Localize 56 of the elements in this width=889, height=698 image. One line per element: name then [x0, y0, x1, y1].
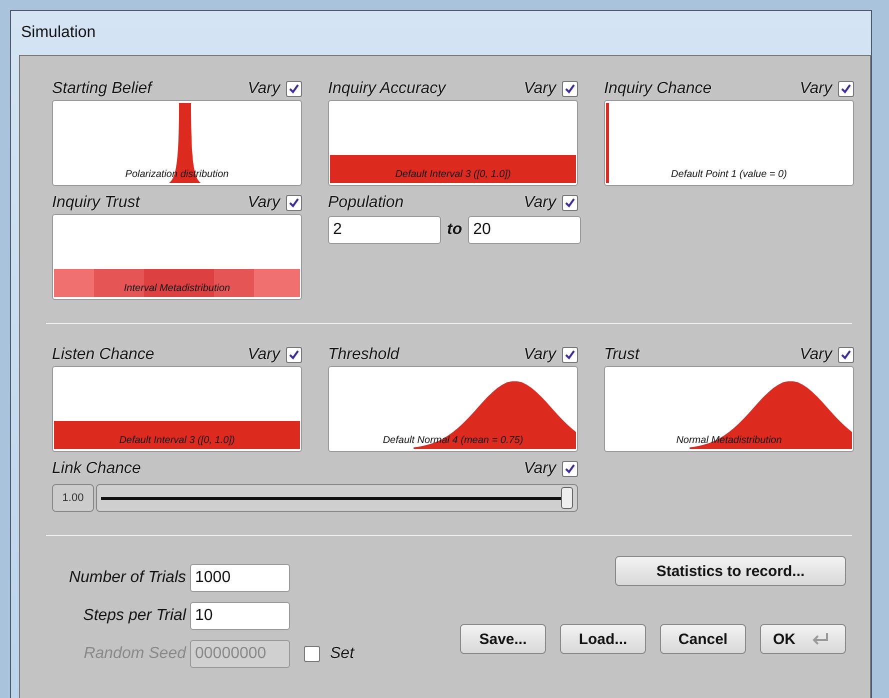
vary-label: Vary [800, 346, 832, 364]
plot-caption: Default Interval 3 ([0, 1.0]) [394, 169, 512, 180]
ok-button[interactable]: OK [760, 624, 846, 654]
vary-checkbox[interactable] [838, 81, 854, 97]
distribution-plot[interactable]: Interval Metadistribution [52, 214, 302, 300]
vary-label: Vary [524, 80, 556, 98]
parameter-label: Population [328, 194, 404, 212]
set-checkbox[interactable] [304, 646, 320, 662]
parameter-label: Link Chance [52, 460, 141, 478]
dialog-button[interactable]: Cancel [660, 624, 746, 654]
statistics-button[interactable]: Statistics to record... [615, 556, 846, 586]
plot-caption: Normal Metadistribution [675, 435, 783, 446]
parameter-label: Starting Belief [52, 80, 152, 98]
vary-label: Vary [248, 346, 280, 364]
field-label: Number of Trials [68, 569, 186, 587]
plot-caption: Interval Metadistribution [122, 283, 232, 294]
vary-checkbox[interactable] [838, 347, 854, 363]
vary-label: Vary [524, 346, 556, 364]
parameter-label: Inquiry Trust [52, 194, 140, 212]
vary-checkbox[interactable] [286, 195, 302, 211]
vary-label: Vary [524, 460, 556, 478]
distribution-plot[interactable]: Normal Metadistribution [604, 366, 854, 452]
distribution-plot[interactable]: Default Interval 3 ([0, 1.0]) [52, 366, 302, 452]
vary-checkbox[interactable] [562, 81, 578, 97]
plot-caption: Default Interval 3 ([0, 1.0]) [118, 435, 236, 446]
range-separator: to [447, 221, 462, 239]
distribution-plot[interactable]: Default Interval 3 ([0, 1.0]) [328, 100, 578, 186]
parameter-label: Listen Chance [52, 346, 154, 364]
vary-checkbox[interactable] [562, 461, 578, 477]
range-from-field[interactable]: 2 [328, 216, 441, 244]
parameter-label: Threshold [328, 346, 400, 364]
plot-caption: Default Point 1 (value = 0) [670, 169, 788, 180]
vary-label: Vary [248, 80, 280, 98]
vary-label: Vary [800, 80, 832, 98]
field-label: Steps per Trial [82, 607, 186, 625]
vary-label: Vary [248, 194, 280, 212]
vary-checkbox[interactable] [286, 347, 302, 363]
dialog-button[interactable]: Save... [460, 624, 546, 654]
distribution-plot[interactable]: Default Point 1 (value = 0) [604, 100, 854, 186]
window-title: Simulation [21, 24, 96, 42]
slider-value: 1.00 [52, 484, 94, 512]
vary-label: Vary [524, 194, 556, 212]
dialog-button[interactable]: Load... [560, 624, 646, 654]
slider-track[interactable] [96, 484, 578, 512]
parameter-label: Trust [604, 346, 640, 364]
parameter-label: Inquiry Accuracy [328, 80, 446, 98]
vary-checkbox[interactable] [562, 195, 578, 211]
field-label: Random Seed [82, 645, 186, 663]
parameter-label: Inquiry Chance [604, 80, 712, 98]
set-label: Set [330, 645, 354, 663]
slider-thumb[interactable] [561, 487, 573, 509]
range-to-field[interactable]: 20 [468, 216, 582, 244]
input-field[interactable]: 1000 [190, 564, 290, 592]
input-field[interactable]: 10 [190, 602, 290, 630]
vary-checkbox[interactable] [562, 347, 578, 363]
vary-checkbox[interactable] [286, 81, 302, 97]
